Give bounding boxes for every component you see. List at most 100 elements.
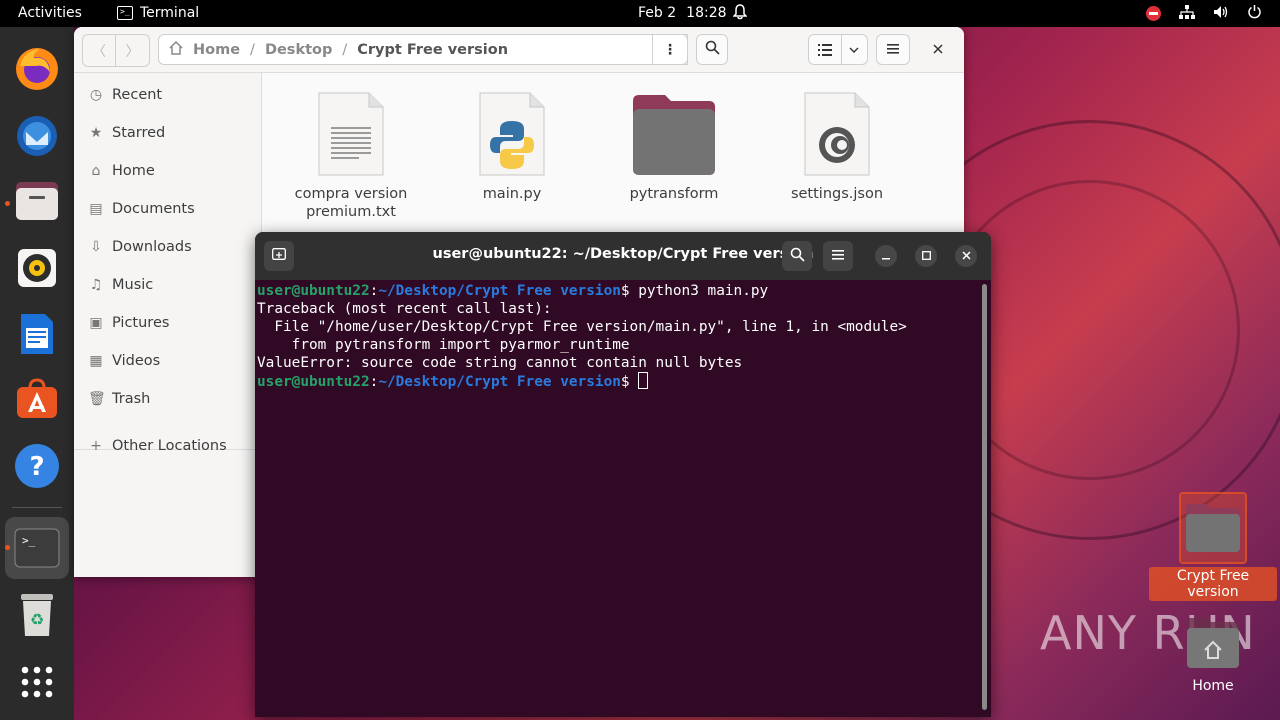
show-apps-icon[interactable] (13, 658, 61, 706)
svg-text:?: ? (29, 452, 44, 482)
sidebar-item-documents[interactable]: ▤ Documents (88, 201, 195, 217)
view-toggle-button[interactable] (808, 34, 868, 65)
sidebar-item-label: Starred (112, 125, 166, 141)
app-name: Terminal (140, 5, 200, 21)
terminal-search-button[interactable] (782, 241, 812, 271)
text-cursor (638, 372, 649, 389)
vertical-dots-icon: ⋮ (663, 41, 677, 58)
sidebar-item-label: Pictures (112, 315, 170, 331)
hamburger-icon (887, 42, 899, 58)
search-icon (790, 247, 805, 266)
picture-icon: ▣ (89, 315, 103, 331)
breadcrumb-current[interactable]: Crypt Free version (357, 42, 508, 58)
thunderbird-icon[interactable] (13, 111, 61, 159)
activities-button[interactable]: Activities (18, 5, 82, 21)
help-icon[interactable]: ? (13, 442, 61, 490)
terminal-header-bar: user@ubuntu22: ~/Desktop/Crypt Free vers… (255, 232, 991, 280)
sidebar-item-label: Recent (112, 87, 163, 103)
desktop-folder-icon[interactable]: Crypt Free version (1149, 492, 1277, 601)
breadcrumb-separator: / (250, 41, 255, 58)
terminal-menu-button[interactable] (823, 241, 853, 271)
minimize-button[interactable] (875, 245, 897, 267)
firefox-icon[interactable] (13, 45, 61, 93)
json-file-icon (803, 91, 871, 177)
sidebar-item-label: Videos (112, 353, 161, 369)
desktop-home-label: Home (1192, 678, 1234, 694)
breadcrumb-home[interactable]: Home (193, 42, 240, 58)
download-icon: ⇩ (90, 239, 102, 255)
list-view-icon (809, 35, 842, 64)
file-item-json[interactable]: settings.json (767, 91, 907, 203)
trash-icon[interactable]: ♻ (13, 591, 61, 639)
output-line: Traceback (most recent call last): (257, 301, 552, 317)
app-menu[interactable]: >_ Terminal (117, 5, 199, 21)
file-item-folder[interactable]: pytransform (604, 91, 744, 203)
running-indicator (5, 545, 10, 550)
maximize-button[interactable] (915, 245, 937, 267)
close-button[interactable] (926, 38, 950, 62)
app-center-icon[interactable] (13, 375, 61, 423)
network-icon (1179, 4, 1195, 23)
terminal-window: user@ubuntu22: ~/Desktop/Crypt Free vers… (255, 232, 991, 717)
power-icon (1247, 4, 1262, 23)
system-tray[interactable] (1146, 4, 1262, 23)
clock-icon: ◷ (89, 87, 103, 103)
prompt-user: user@ubuntu22 (257, 374, 370, 390)
sidebar-item-home[interactable]: ⌂ Home (88, 163, 155, 179)
output-line: from pytransform import pyarmor_runtime (257, 337, 630, 353)
sidebar-item-videos[interactable]: ▦ Videos (88, 353, 160, 369)
svg-text:>_: >_ (22, 534, 36, 547)
desktop-folder-label: Crypt Free version (1149, 567, 1277, 601)
close-icon (933, 42, 943, 58)
prompt-line: user@ubuntu22:~/Desktop/Crypt Free versi… (257, 372, 977, 391)
sidebar-item-pictures[interactable]: ▣ Pictures (88, 315, 169, 331)
path-bar[interactable]: Home / Desktop / Crypt Free version (158, 34, 688, 65)
main-menu-button[interactable] (876, 34, 910, 65)
sidebar-item-recent[interactable]: ◷ Recent (88, 87, 162, 103)
sidebar-item-other-locations[interactable]: + Other Locations (88, 438, 227, 454)
files-sidebar: ◷ Recent ★ Starred ⌂ Home ▤ Documents ⇩ Downl… (74, 73, 262, 577)
prompt-user: user@ubuntu22 (257, 283, 370, 299)
breadcrumb-desktop[interactable]: Desktop (265, 42, 332, 58)
star-icon: ★ (89, 125, 103, 141)
text-file-icon (317, 91, 385, 177)
back-button[interactable]: 〈 (83, 35, 116, 66)
terminal-output[interactable]: user@ubuntu22:~/Desktop/Crypt Free versi… (257, 282, 977, 391)
sidebar-item-starred[interactable]: ★ Starred (88, 125, 166, 141)
libreoffice-writer-icon[interactable] (13, 310, 61, 358)
path-menu-button[interactable]: ⋮ (652, 34, 688, 65)
rhythmbox-icon[interactable] (13, 244, 61, 292)
search-button[interactable] (696, 34, 728, 65)
terminal-icon[interactable]: >_ (13, 524, 61, 572)
plus-icon: + (90, 438, 102, 454)
sidebar-item-trash[interactable]: 🗑 Trash (88, 391, 150, 407)
sidebar-item-label: Music (112, 277, 154, 293)
film-icon: ▦ (89, 353, 103, 369)
terminal-scrollbar[interactable] (982, 284, 987, 710)
file-item-text[interactable]: compra version premium.txt (281, 91, 421, 221)
notification-bell-icon[interactable] (732, 4, 748, 24)
dock-separator (12, 507, 62, 508)
file-label: settings.json (790, 186, 884, 202)
sidebar-item-label: Home (112, 163, 155, 179)
hamburger-icon (832, 248, 844, 264)
terminal-close-button[interactable] (955, 245, 977, 267)
sidebar-item-music[interactable]: ♫ Music (88, 277, 154, 293)
files-header-bar: 〈 〉 Home / Desktop / Crypt Free version … (74, 27, 964, 73)
desktop-home-icon[interactable]: Home (1149, 614, 1277, 694)
forward-button[interactable]: 〉 (116, 35, 149, 66)
file-item-python[interactable]: main.py (442, 91, 582, 203)
command-text: python3 main.py (638, 283, 769, 299)
file-label: pytransform (629, 186, 719, 202)
python-file-icon (478, 91, 546, 177)
file-label: main.py (482, 186, 542, 202)
terminal-icon: >_ (117, 6, 133, 20)
document-icon: ▤ (89, 201, 103, 217)
sidebar-item-label: Documents (112, 201, 195, 217)
sidebar-item-downloads[interactable]: ⇩ Downloads (88, 239, 192, 255)
clock[interactable]: Feb 2 18:28 (638, 5, 727, 21)
output-line: File "/home/user/Desktop/Crypt Free vers… (257, 319, 907, 335)
time: 18:28 (686, 5, 727, 21)
files-icon[interactable] (13, 177, 61, 225)
search-icon (705, 40, 720, 59)
